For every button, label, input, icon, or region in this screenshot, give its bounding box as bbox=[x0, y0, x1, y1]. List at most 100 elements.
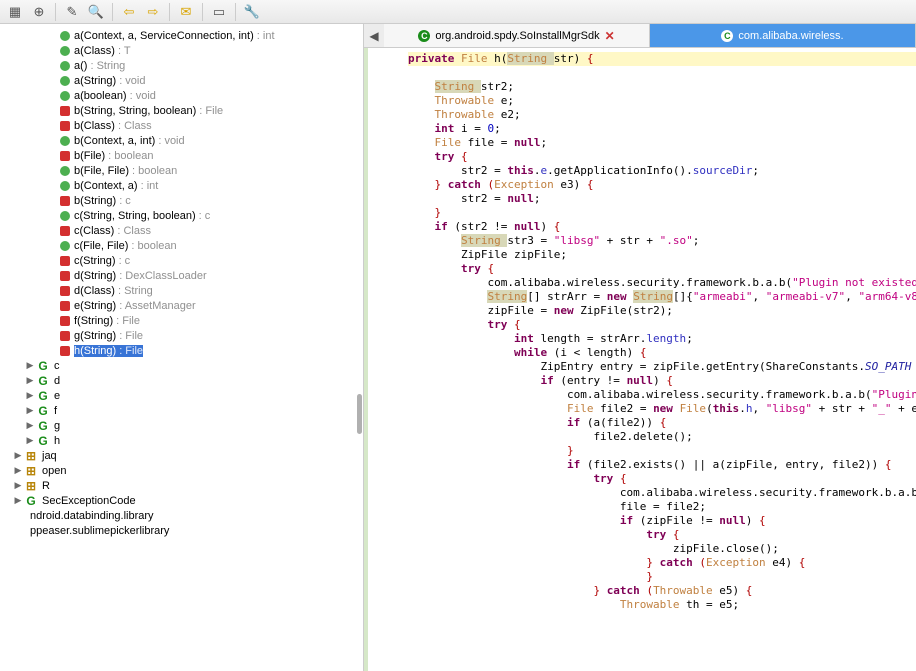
tree-item[interactable]: ▶c(File, File) : boolean bbox=[0, 238, 363, 253]
return-type: : int bbox=[254, 30, 275, 42]
code-editor[interactable]: private File h(String str) { String str2… bbox=[364, 48, 916, 671]
tab-nav-back[interactable]: ◀ bbox=[364, 24, 384, 47]
toolbar-btn-forward[interactable]: ⇨ bbox=[142, 2, 164, 22]
item-label: open bbox=[42, 465, 66, 477]
return-type: : boolean bbox=[128, 240, 176, 252]
return-type: : String bbox=[87, 60, 125, 72]
class-g-icon: G bbox=[36, 404, 50, 418]
expand-icon[interactable]: ▶ bbox=[12, 495, 24, 506]
toolbar-btn-1[interactable]: ▦ bbox=[4, 2, 26, 22]
close-icon[interactable]: ✕ bbox=[605, 29, 615, 43]
editor-tabs: ◀ C org.android.spdy.SoInstallMgrSdk ✕ C… bbox=[364, 24, 916, 48]
class-g-icon: G bbox=[36, 419, 50, 433]
return-type: : T bbox=[115, 45, 131, 57]
tree-item[interactable]: ▶b(Class) : Class bbox=[0, 118, 363, 133]
tree-item[interactable]: ▶c(String, String, boolean) : c bbox=[0, 208, 363, 223]
item-label: b(Context, a) bbox=[74, 180, 138, 192]
item-label: c(Class) bbox=[74, 225, 114, 237]
return-type: : File bbox=[113, 315, 140, 327]
expand-icon[interactable]: ▶ bbox=[24, 360, 36, 371]
method-pub-icon bbox=[60, 181, 70, 191]
tree-item[interactable]: ▶⊞R bbox=[0, 478, 363, 493]
item-label: a(boolean) bbox=[74, 90, 127, 102]
expand-icon[interactable]: ▶ bbox=[24, 420, 36, 431]
tab-alibaba-wireless[interactable]: C com.alibaba.wireless. bbox=[650, 24, 916, 47]
tree-item[interactable]: ▶f(String) : File bbox=[0, 313, 363, 328]
item-label: g(String) bbox=[74, 330, 116, 342]
return-type: : Class bbox=[115, 120, 152, 132]
method-priv-icon bbox=[60, 271, 70, 281]
item-label: ppeaser.sublimepickerlibrary bbox=[30, 525, 169, 537]
tree-item[interactable]: ▶a(boolean) : void bbox=[0, 88, 363, 103]
item-label: a(Context, a, ServiceConnection, int) bbox=[74, 30, 254, 42]
tree-item[interactable]: ▶a(Class) : T bbox=[0, 43, 363, 58]
method-priv-icon bbox=[60, 316, 70, 326]
method-priv-icon bbox=[60, 121, 70, 131]
item-label: e(String) bbox=[74, 300, 116, 312]
class-g-icon: G bbox=[36, 434, 50, 448]
tree-item[interactable]: ▶ppeaser.sublimepickerlibrary bbox=[0, 523, 363, 538]
outline-tree[interactable]: ▶ a(Context, a, ServiceConnection, int) :… bbox=[0, 24, 364, 671]
toolbar-btn-search[interactable]: 🔍 bbox=[85, 2, 107, 22]
scrollbar-thumb[interactable] bbox=[357, 394, 362, 434]
tree-item[interactable]: ▶c(String) : c bbox=[0, 253, 363, 268]
expand-icon[interactable]: ▶ bbox=[12, 480, 24, 491]
item-label: b(File, File) bbox=[74, 165, 129, 177]
toolbar-btn-back[interactable]: ⇦ bbox=[118, 2, 140, 22]
toolbar-btn-wrench[interactable]: 🔧 bbox=[241, 2, 263, 22]
toolbar-btn-window[interactable]: ▭ bbox=[208, 2, 230, 22]
expand-icon[interactable]: ▶ bbox=[24, 390, 36, 401]
tab-soinstallmgrsdk[interactable]: C org.android.spdy.SoInstallMgrSdk ✕ bbox=[384, 24, 650, 47]
method-priv-icon bbox=[60, 256, 70, 266]
item-label: f(String) bbox=[74, 315, 113, 327]
tree-item[interactable]: ▶c(Class) : Class bbox=[0, 223, 363, 238]
tree-item[interactable]: ▶b(Context, a, int) : void bbox=[0, 133, 363, 148]
tree-item[interactable]: ▶a(Context, a, ServiceConnection, int) :… bbox=[0, 28, 363, 43]
tree-item[interactable]: ▶ndroid.databinding.library bbox=[0, 508, 363, 523]
return-type: : boolean bbox=[105, 150, 153, 162]
item-label: c(String, String, boolean) bbox=[74, 210, 196, 222]
tree-item[interactable]: ▶Gc bbox=[0, 358, 363, 373]
tree-item[interactable]: ▶Gf bbox=[0, 403, 363, 418]
item-label: c(File, File) bbox=[74, 240, 128, 252]
tree-item[interactable]: ▶b(File) : boolean bbox=[0, 148, 363, 163]
expand-icon[interactable]: ▶ bbox=[24, 405, 36, 416]
tab-label: com.alibaba.wireless. bbox=[738, 30, 843, 42]
tree-item[interactable]: ▶⊞open bbox=[0, 463, 363, 478]
tree-item[interactable]: ▶Ge bbox=[0, 388, 363, 403]
expand-icon[interactable]: ▶ bbox=[24, 375, 36, 386]
return-type: : c bbox=[116, 255, 131, 267]
tree-item[interactable]: ▶h(String) : File bbox=[0, 343, 363, 358]
tree-item[interactable]: ▶d(String) : DexClassLoader bbox=[0, 268, 363, 283]
expand-icon[interactable]: ▶ bbox=[24, 435, 36, 446]
return-type: : void bbox=[127, 90, 156, 102]
item-label: d(String) bbox=[74, 270, 116, 282]
return-type: : c bbox=[196, 210, 211, 222]
toolbar-btn-2[interactable]: ⊕ bbox=[28, 2, 50, 22]
return-type: : AssetManager bbox=[116, 300, 195, 312]
tree-item[interactable]: ▶GSecExceptionCode bbox=[0, 493, 363, 508]
toolbar-btn-highlight[interactable]: ✎ bbox=[61, 2, 83, 22]
tree-item[interactable]: ▶Gd bbox=[0, 373, 363, 388]
tree-item[interactable]: ▶a() : String bbox=[0, 58, 363, 73]
tree-item[interactable]: ▶g(String) : File bbox=[0, 328, 363, 343]
item-label: R bbox=[42, 480, 50, 492]
expand-icon[interactable]: ▶ bbox=[12, 450, 24, 461]
tree-item[interactable]: ▶⊞jaq bbox=[0, 448, 363, 463]
tree-item[interactable]: ▶d(Class) : String bbox=[0, 283, 363, 298]
item-label: b(File) bbox=[74, 150, 105, 162]
item-label: SecExceptionCode bbox=[42, 495, 136, 507]
tree-item[interactable]: ▶a(String) : void bbox=[0, 73, 363, 88]
tree-item[interactable]: ▶b(File, File) : boolean bbox=[0, 163, 363, 178]
expand-icon[interactable]: ▶ bbox=[12, 465, 24, 476]
toolbar-btn-mail[interactable]: ✉ bbox=[175, 2, 197, 22]
tree-item[interactable]: ▶Gh bbox=[0, 433, 363, 448]
method-priv-icon bbox=[60, 106, 70, 116]
item-label: h bbox=[54, 435, 60, 447]
item-label: b(Class) bbox=[74, 120, 115, 132]
tree-item[interactable]: ▶e(String) : AssetManager bbox=[0, 298, 363, 313]
tree-item[interactable]: ▶b(String, String, boolean) : File bbox=[0, 103, 363, 118]
tree-item[interactable]: ▶b(Context, a) : int bbox=[0, 178, 363, 193]
tree-item[interactable]: ▶Gg bbox=[0, 418, 363, 433]
tree-item[interactable]: ▶b(String) : c bbox=[0, 193, 363, 208]
